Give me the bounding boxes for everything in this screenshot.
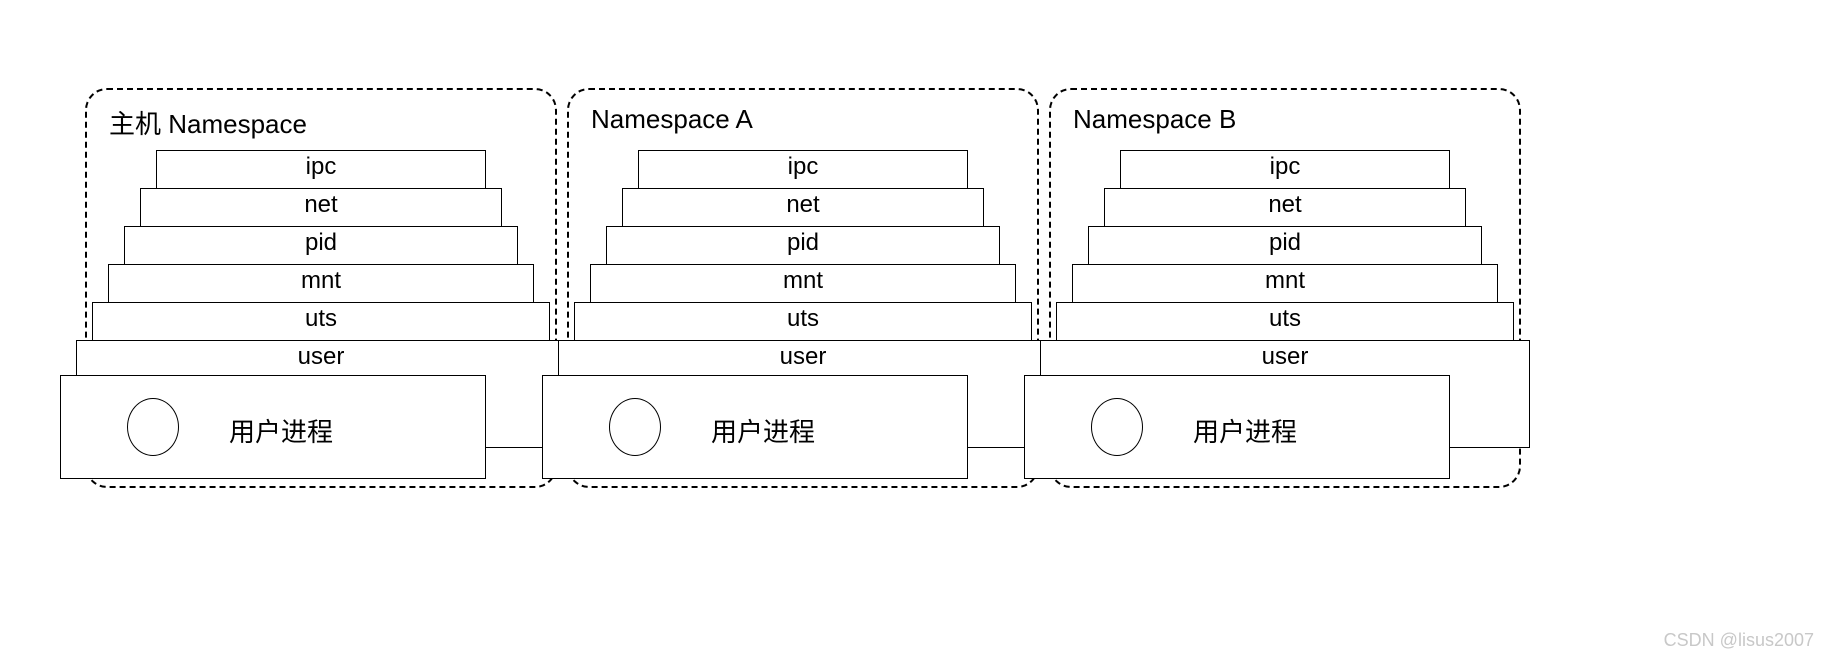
- namespace-box: Namespace Aipcnetpidmntutsuser用户进程: [567, 88, 1039, 488]
- layer-label: uts: [93, 303, 549, 335]
- process-icon: [1091, 398, 1143, 456]
- diagram-canvas: 主机 Namespaceipcnetpidmntutsuser用户进程Names…: [0, 0, 1828, 661]
- watermark-text: CSDN @lisus2007: [1664, 630, 1814, 651]
- process-icon: [609, 398, 661, 456]
- user-process-box: 用户进程: [60, 375, 486, 479]
- layer-label: net: [141, 189, 501, 221]
- namespace-box: Namespace Bipcnetpidmntutsuser用户进程: [1049, 88, 1521, 488]
- namespace-title: Namespace B: [1073, 104, 1236, 135]
- layer-stack: ipcnetpidmntutsuser用户进程: [126, 150, 516, 550]
- layer-label: pid: [1089, 227, 1481, 259]
- user-process-box: 用户进程: [1024, 375, 1450, 479]
- layer-label: ipc: [157, 151, 485, 183]
- layer-label: uts: [1057, 303, 1513, 335]
- layer-stack: ipcnetpidmntutsuser用户进程: [1090, 150, 1480, 550]
- layer-label: net: [1105, 189, 1465, 221]
- process-icon: [127, 398, 179, 456]
- layer-label: mnt: [109, 265, 533, 297]
- process-label: 用户进程: [1193, 412, 1297, 449]
- process-label: 用户进程: [229, 412, 333, 449]
- namespace-box: 主机 Namespaceipcnetpidmntutsuser用户进程: [85, 88, 557, 488]
- layer-label: mnt: [591, 265, 1015, 297]
- layer-label: user: [1041, 341, 1529, 373]
- layer-label: ipc: [639, 151, 967, 183]
- process-label: 用户进程: [711, 412, 815, 449]
- layer-label: ipc: [1121, 151, 1449, 183]
- layer-label: user: [559, 341, 1047, 373]
- namespace-title: 主机 Namespace: [109, 104, 307, 141]
- layer-label: net: [623, 189, 983, 221]
- layer-label: pid: [607, 227, 999, 259]
- layer-label: uts: [575, 303, 1031, 335]
- layer-label: pid: [125, 227, 517, 259]
- user-process-box: 用户进程: [542, 375, 968, 479]
- namespace-title: Namespace A: [591, 104, 753, 135]
- layer-label: mnt: [1073, 265, 1497, 297]
- layer-stack: ipcnetpidmntutsuser用户进程: [608, 150, 998, 550]
- layer-label: user: [77, 341, 565, 373]
